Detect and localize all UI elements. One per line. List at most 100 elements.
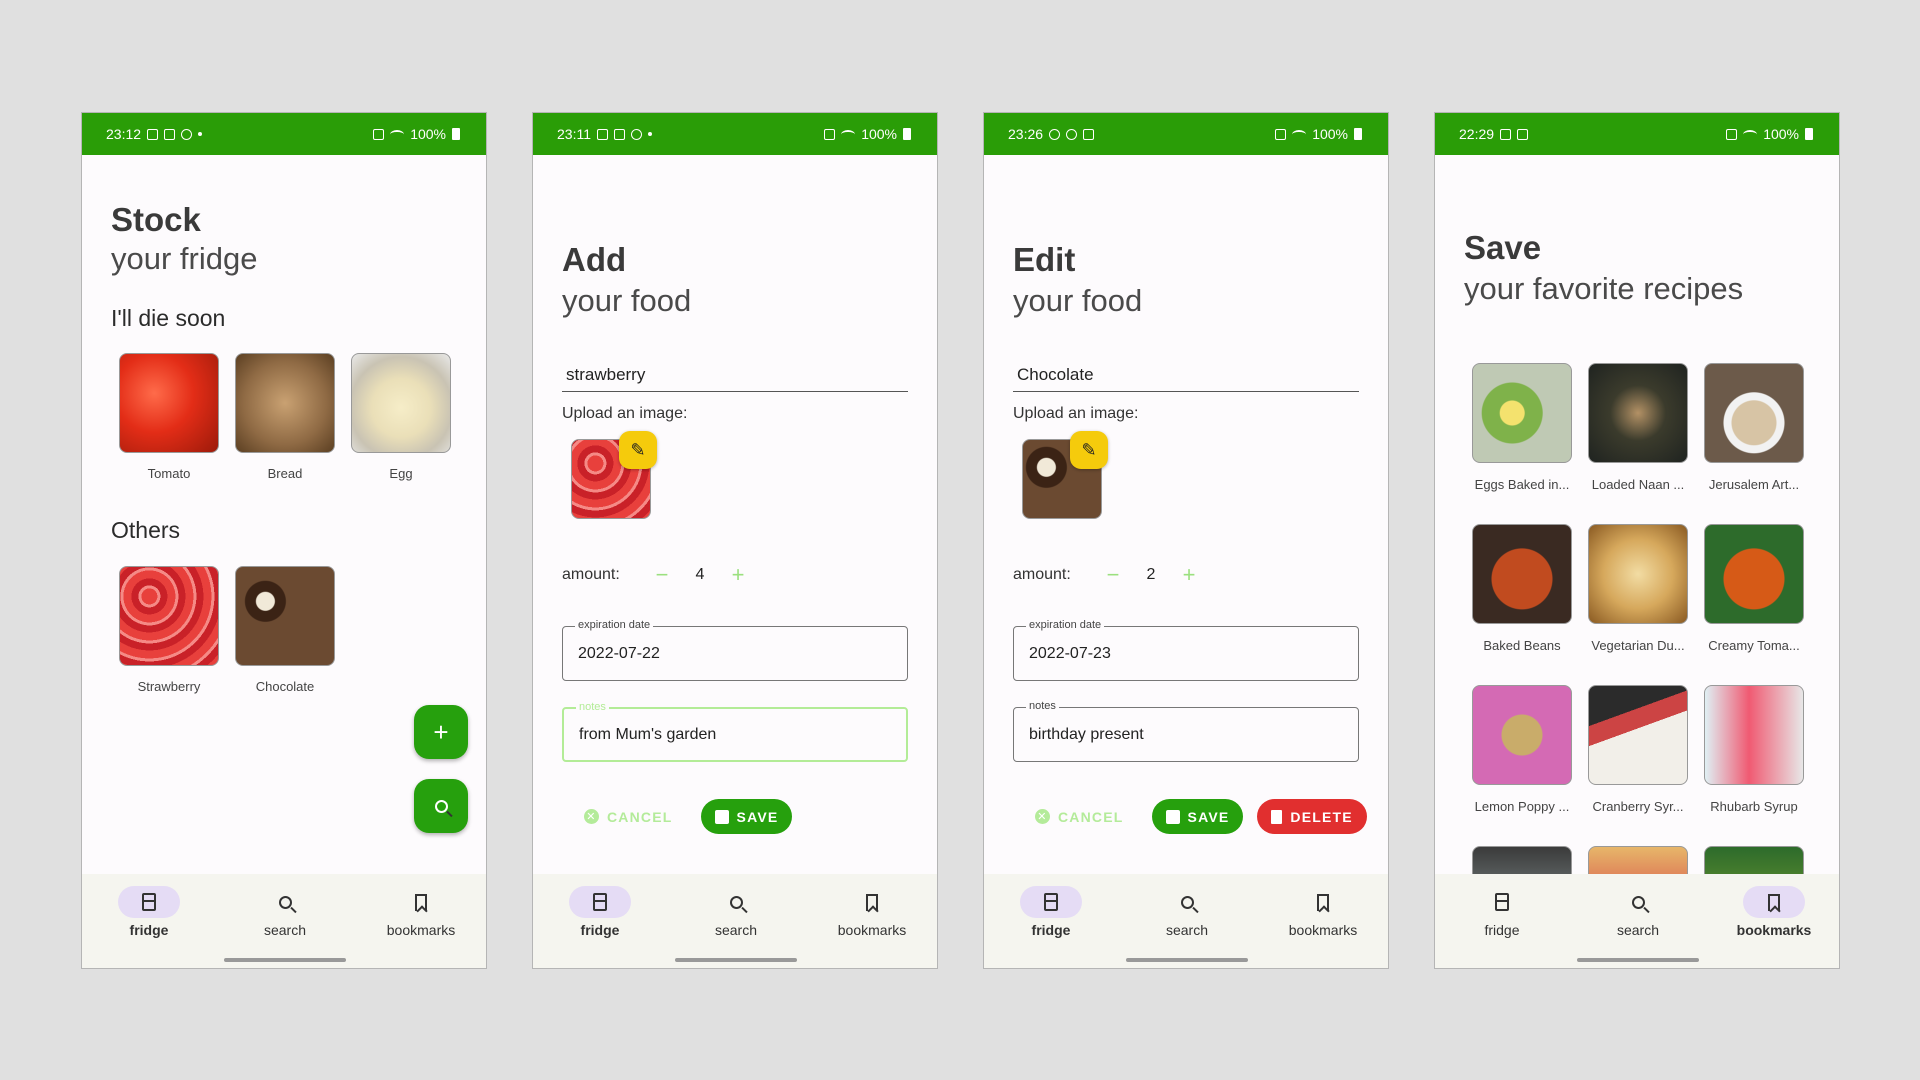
- nav-label: bookmarks: [386, 922, 456, 938]
- recipe-card[interactable]: Jerusalem Art...: [1704, 363, 1804, 492]
- recipe-image: [1588, 363, 1688, 463]
- increment-button[interactable]: +: [726, 562, 750, 588]
- nav-fridge[interactable]: fridge: [1452, 886, 1552, 938]
- amount-value: 4: [695, 566, 705, 583]
- food-item-egg[interactable]: Egg: [351, 353, 451, 481]
- battery-icon: [1354, 128, 1362, 140]
- gesture-bar[interactable]: [1577, 958, 1699, 962]
- battery-icon: [903, 128, 911, 140]
- recipe-card[interactable]: Rhubarb Syrup: [1704, 685, 1804, 814]
- battery-level: 100%: [861, 126, 897, 142]
- notes-field[interactable]: notes birthday present: [1013, 700, 1359, 762]
- food-item-chocolate[interactable]: Chocolate: [235, 566, 335, 694]
- nav-bookmarks[interactable]: bookmarks: [822, 886, 922, 938]
- add-food-button[interactable]: +: [414, 705, 468, 759]
- nav-label: fridge: [580, 922, 620, 938]
- search-icon: [434, 799, 448, 813]
- recipe-card[interactable]: Lemon Poppy ...: [1472, 685, 1572, 814]
- decrement-button[interactable]: −: [650, 562, 674, 588]
- recipe-image: [1704, 846, 1804, 874]
- recipe-card[interactable]: [1472, 846, 1572, 874]
- nav-search[interactable]: search: [1137, 886, 1237, 938]
- upload-label: Upload an image:: [1013, 405, 1139, 422]
- food-item-tomato[interactable]: Tomato: [119, 353, 219, 481]
- recipe-image: [1588, 846, 1688, 874]
- section-title-expiring: I'll die soon: [111, 305, 226, 331]
- search-icon: [1180, 895, 1194, 909]
- recipe-card[interactable]: Baked Beans: [1472, 524, 1572, 653]
- page-title: Add: [562, 241, 627, 278]
- recipe-label: Creamy Toma...: [1708, 638, 1800, 653]
- alarm-icon: [1726, 128, 1738, 140]
- nav-label: search: [714, 922, 758, 938]
- cancel-button[interactable]: ✕ CANCEL: [582, 799, 687, 834]
- food-item-bread[interactable]: Bread: [235, 353, 335, 481]
- edit-image-button[interactable]: ✎: [619, 431, 657, 469]
- nav-bookmarks[interactable]: bookmarks: [1724, 886, 1824, 938]
- nav-fridge[interactable]: fridge: [1001, 886, 1101, 938]
- nav-search[interactable]: search: [1588, 886, 1688, 938]
- expiration-date-field[interactable]: expiration date 2022-07-22: [562, 619, 908, 681]
- alarm-icon: [1275, 128, 1287, 140]
- button-label: DELETE: [1290, 808, 1353, 825]
- recipe-card[interactable]: Vegetarian Du...: [1588, 524, 1688, 653]
- nav-label: fridge: [1031, 922, 1071, 938]
- nav-bookmarks[interactable]: bookmarks: [1273, 886, 1373, 938]
- status-time: 23:12: [106, 126, 142, 142]
- alarm-icon: [824, 128, 836, 140]
- phone-stock-screen: 23:12 100% Stock your fridge I'll die so…: [81, 112, 487, 969]
- phone-edit-screen: 23:26 100% Edit your food Chocolate Uplo…: [983, 112, 1389, 969]
- button-label: SAVE: [736, 808, 779, 825]
- gesture-bar[interactable]: [1126, 958, 1248, 962]
- nav-bookmarks[interactable]: bookmarks: [371, 886, 471, 938]
- wifi-icon: [1292, 129, 1307, 139]
- save-icon: [714, 809, 729, 824]
- recipe-card[interactable]: Eggs Baked in...: [1472, 363, 1572, 492]
- food-image: [235, 566, 335, 666]
- decrement-button[interactable]: −: [1101, 562, 1125, 588]
- edit-image-button[interactable]: ✎: [1070, 431, 1108, 469]
- nav-search[interactable]: search: [235, 886, 335, 938]
- expiration-date-field[interactable]: expiration date 2022-07-23: [1013, 619, 1359, 681]
- nav-label: bookmarks: [1288, 922, 1358, 938]
- food-item-strawberry[interactable]: Strawberry: [119, 566, 219, 694]
- search-fab-button[interactable]: [414, 779, 468, 833]
- gesture-bar[interactable]: [224, 958, 346, 962]
- pencil-icon: ✎: [630, 439, 646, 460]
- nav-label: bookmarks: [1736, 922, 1812, 938]
- cancel-button[interactable]: ✕ CANCEL: [1033, 799, 1138, 834]
- upload-image[interactable]: ✎: [1022, 431, 1108, 519]
- download-icon: [1517, 128, 1529, 140]
- save-button[interactable]: SAVE: [700, 799, 793, 834]
- upload-image[interactable]: ✎: [571, 431, 657, 519]
- nav-fridge[interactable]: fridge: [99, 886, 199, 938]
- notes-field[interactable]: notes from Mum's garden: [562, 701, 908, 762]
- recipe-label: Loaded Naan ...: [1591, 477, 1685, 492]
- recipe-card[interactable]: Creamy Toma...: [1704, 524, 1804, 653]
- plus-icon: +: [433, 716, 449, 747]
- food-name-input[interactable]: strawberry: [562, 365, 908, 392]
- recipe-card[interactable]: Cranberry Syr...: [1588, 685, 1688, 814]
- nav-fridge[interactable]: fridge: [550, 886, 650, 938]
- recipe-card[interactable]: [1588, 846, 1688, 874]
- increment-button[interactable]: +: [1177, 562, 1201, 588]
- recipe-label: Vegetarian Du...: [1591, 638, 1685, 653]
- nav-search[interactable]: search: [686, 886, 786, 938]
- page-title: Save: [1464, 229, 1542, 266]
- fridge-icon: [1495, 893, 1509, 911]
- battery-level: 100%: [1312, 126, 1348, 142]
- fridge-icon: [593, 893, 607, 911]
- delete-button[interactable]: DELETE: [1257, 799, 1367, 834]
- nav-label: search: [1165, 922, 1209, 938]
- page-subtitle: your fridge: [111, 241, 258, 276]
- food-image: [351, 353, 451, 453]
- food-name-input[interactable]: Chocolate: [1013, 365, 1359, 392]
- recipe-card[interactable]: [1704, 846, 1804, 874]
- recipe-card[interactable]: Loaded Naan ...: [1588, 363, 1688, 492]
- food-label: Chocolate: [255, 679, 315, 694]
- save-button[interactable]: SAVE: [1151, 799, 1244, 834]
- recipe-image: [1472, 846, 1572, 874]
- field-value: 2022-07-22: [578, 644, 660, 662]
- gesture-bar[interactable]: [675, 958, 797, 962]
- recipe-image: [1704, 685, 1804, 785]
